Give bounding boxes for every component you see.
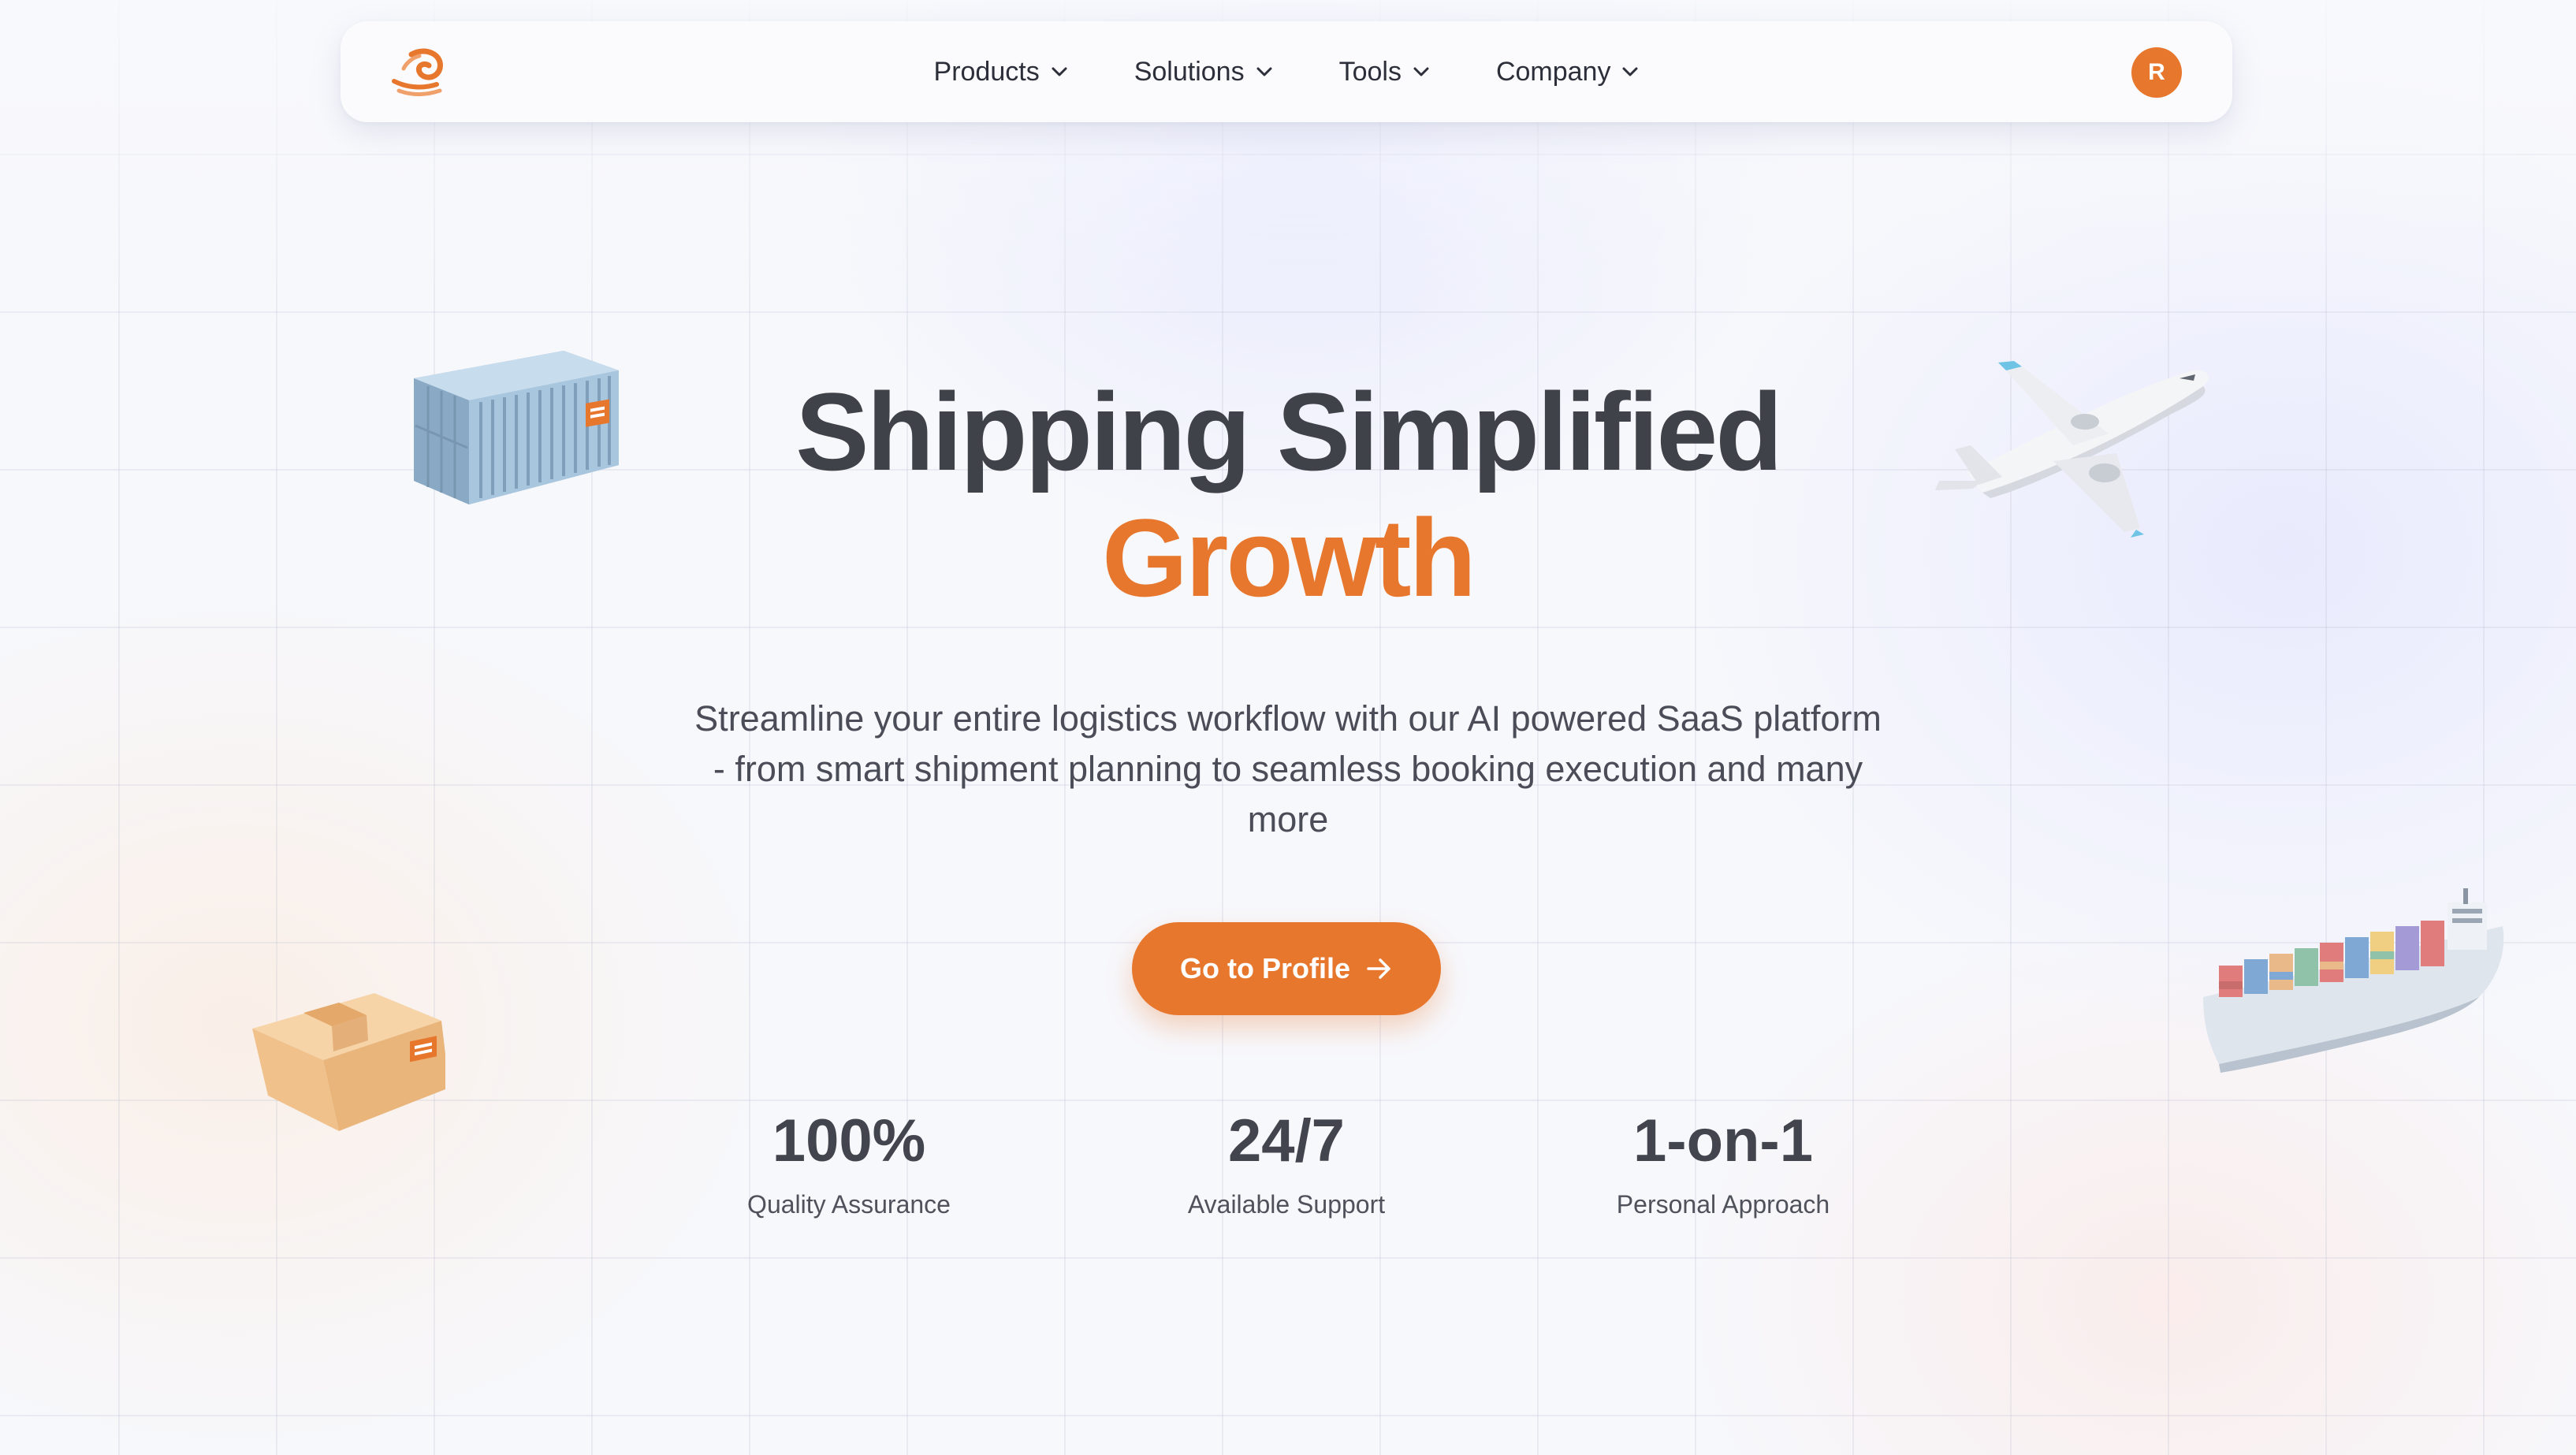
chevron-down-icon bbox=[1052, 67, 1067, 76]
stat-label: Available Support bbox=[1187, 1190, 1386, 1219]
go-to-profile-button[interactable]: Go to Profile bbox=[1132, 922, 1441, 1015]
menu-products-label: Products bbox=[933, 56, 1040, 87]
menu-company[interactable]: Company bbox=[1496, 57, 1640, 87]
chevron-down-icon bbox=[1413, 67, 1429, 76]
main-menu: Products Solutions Tools Company bbox=[341, 21, 2232, 122]
chevron-down-icon bbox=[1256, 67, 1272, 76]
stat-value: 1-on-1 bbox=[1633, 1107, 1813, 1174]
go-to-profile-label: Go to Profile bbox=[1180, 952, 1350, 984]
menu-tools[interactable]: Tools bbox=[1339, 57, 1430, 87]
menu-tools-label: Tools bbox=[1338, 56, 1402, 87]
stat-support: 24/7 Available Support bbox=[1105, 1111, 1468, 1219]
chevron-down-icon bbox=[1622, 67, 1638, 76]
menu-solutions[interactable]: Solutions bbox=[1134, 57, 1273, 87]
hero-title-highlight: Growth bbox=[1102, 496, 1476, 620]
stat-quality: 100% Quality Assurance bbox=[668, 1111, 1030, 1219]
menu-products[interactable]: Products bbox=[934, 57, 1068, 87]
stat-approach: 1-on-1 Personal Approach bbox=[1542, 1111, 1904, 1219]
stat-label: Personal Approach bbox=[1616, 1190, 1830, 1219]
hero-title: Shipping Simplified bbox=[795, 370, 1783, 493]
user-avatar[interactable]: R bbox=[2131, 47, 2182, 98]
stat-value: 100% bbox=[772, 1107, 926, 1174]
top-navbar: Products Solutions Tools Company R bbox=[341, 21, 2232, 122]
stat-label: Quality Assurance bbox=[747, 1190, 951, 1219]
cargo-ship-illustration bbox=[2203, 888, 2504, 1073]
menu-company-label: Company bbox=[1495, 56, 1611, 87]
stat-value: 24/7 bbox=[1228, 1107, 1345, 1174]
menu-solutions-label: Solutions bbox=[1134, 56, 1245, 87]
cardboard-box-illustration bbox=[252, 993, 445, 1131]
arrow-right-icon bbox=[1367, 958, 1390, 979]
hero-subtitle: Streamline your entire logistics workflo… bbox=[694, 698, 1882, 839]
